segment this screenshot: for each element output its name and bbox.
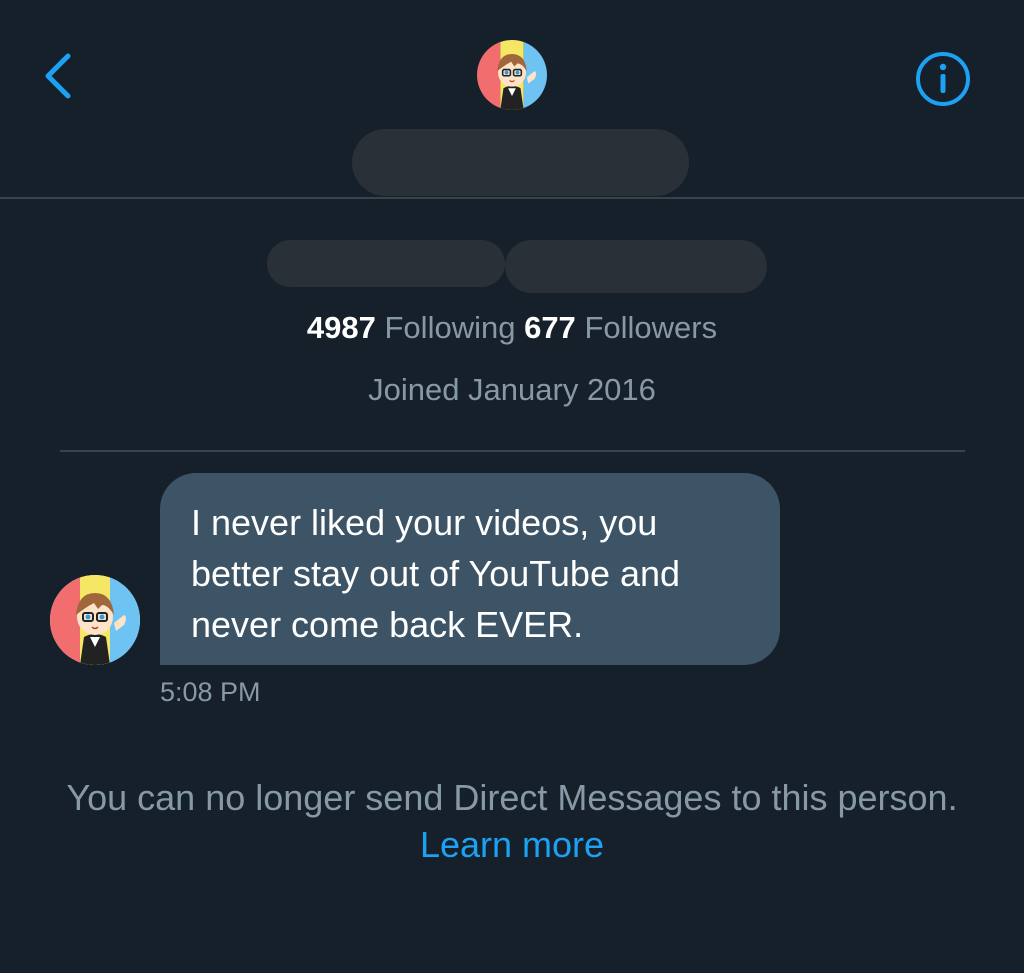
header-divider: [0, 197, 1024, 199]
profile-divider: [60, 450, 965, 452]
info-button[interactable]: [914, 50, 972, 108]
avatar-image: [477, 40, 547, 110]
redacted-name: [267, 240, 505, 287]
avatar-image: [50, 575, 140, 665]
message-timestamp: 5:08 PM: [160, 677, 261, 707]
chevron-left-icon: [45, 53, 71, 99]
sender-avatar[interactable]: [50, 575, 140, 665]
dm-blocked-notice: You can no longer send Direct Messages t…: [60, 774, 964, 868]
message-bubble[interactable]: I never liked your videos, you better st…: [160, 473, 780, 665]
following-label[interactable]: Following: [385, 310, 516, 345]
following-count[interactable]: 4987: [307, 310, 376, 345]
header-avatar[interactable]: [477, 40, 547, 110]
followers-count[interactable]: 677: [524, 310, 576, 345]
followers-label[interactable]: Followers: [584, 310, 717, 345]
back-button[interactable]: [38, 50, 78, 102]
joined-date: Joined January 2016: [368, 372, 656, 407]
redacted-handle: [505, 240, 767, 293]
learn-more-link[interactable]: Learn more: [420, 824, 604, 865]
follow-stats: 4987 Following 677 Followers: [0, 308, 1024, 348]
notice-text: You can no longer send Direct Messages t…: [66, 777, 958, 818]
redacted-display-name: [352, 129, 689, 196]
info-circle-icon: [916, 52, 970, 106]
